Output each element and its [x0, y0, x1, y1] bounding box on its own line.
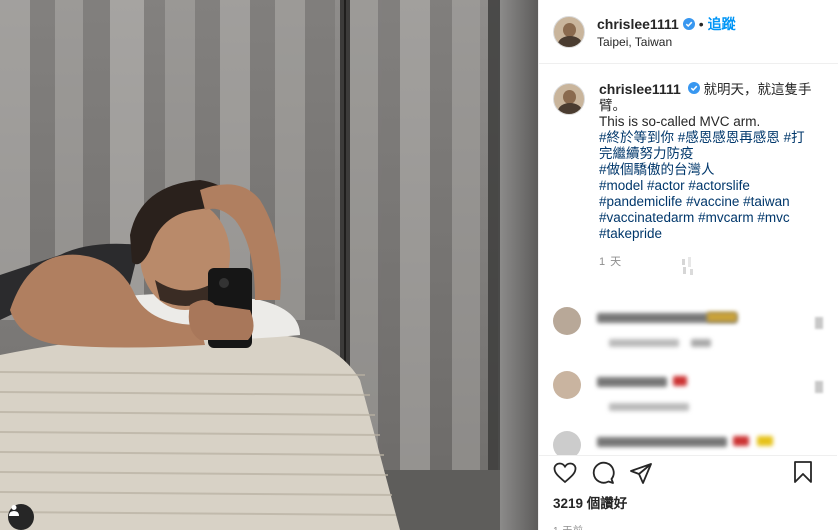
post-header: chrislee1111 • 追蹤 Taipei, Taiwan [539, 0, 838, 64]
user-tag-icon [9, 505, 19, 516]
post-caption: chrislee1111 就明天，就這隻手臂。 This is so-calle… [553, 81, 823, 270]
like-count[interactable]: 3219 個讚好 [553, 492, 823, 512]
location-link[interactable]: Taipei, Taiwan [597, 35, 736, 49]
commenter-avatar[interactable] [553, 371, 581, 399]
comment-like-icon[interactable] [815, 317, 823, 329]
follow-button[interactable]: 追蹤 [708, 14, 736, 34]
user-tag-button[interactable] [8, 504, 34, 530]
hashtag[interactable]: #mvcarm [698, 210, 754, 225]
comments-section[interactable]: chrislee1111 就明天，就這隻手臂。 This is so-calle… [539, 65, 837, 455]
hashtag[interactable]: #pandemiclife [599, 194, 682, 209]
commenter-avatar[interactable] [553, 431, 581, 455]
hashtag[interactable]: #taiwan [743, 194, 790, 209]
verified-badge-icon [682, 18, 695, 30]
hashtag[interactable]: #actorslife [688, 178, 750, 193]
hashtag[interactable]: #actor [647, 178, 685, 193]
hashtag[interactable]: #mvc [757, 210, 789, 225]
loading-spinner-icon [679, 255, 699, 279]
hashtag-list: #終於等到你 #感恩感恩再感恩 #打完繼續努力防疫 #做個驕傲的台灣人 #mod… [599, 130, 805, 241]
separator-dot: • [698, 16, 704, 32]
post-sidebar: chrislee1111 • 追蹤 Taipei, Taiwan chrisle… [538, 0, 838, 530]
hashtag[interactable]: #vaccinatedarm [599, 210, 694, 225]
hashtag[interactable]: #model [599, 178, 643, 193]
hashtag[interactable]: #vaccine [686, 194, 739, 209]
comment-like-icon[interactable] [815, 381, 823, 393]
author-avatar[interactable] [553, 15, 585, 48]
post-photo[interactable] [0, 0, 538, 530]
caption-time: 1 天 [599, 256, 623, 268]
caption-username[interactable]: chrislee1111 [599, 81, 681, 97]
commenter-avatar[interactable] [553, 307, 581, 335]
hashtag[interactable]: #takepride [599, 226, 662, 241]
bookmark-icon[interactable] [793, 460, 813, 484]
caption-avatar[interactable] [553, 83, 585, 115]
caption-verified-badge-icon [687, 82, 700, 94]
comment-icon[interactable] [591, 461, 615, 485]
heart-icon[interactable] [553, 462, 577, 484]
post-timestamp[interactable]: 1 天前 [553, 522, 823, 530]
hashtag[interactable]: #做個驕傲的台灣人 [599, 162, 715, 177]
caption-text-line2: This is so-called MVC arm. [599, 114, 761, 129]
post-actions: 3219 個讚好 1 天前 [539, 455, 837, 530]
author-username[interactable]: chrislee1111 [597, 16, 679, 32]
hashtag[interactable]: #感恩感恩再感恩 [678, 130, 780, 145]
photo-illustration [0, 0, 538, 530]
hashtag[interactable]: #終於等到你 [599, 130, 674, 145]
share-icon[interactable] [629, 461, 653, 485]
